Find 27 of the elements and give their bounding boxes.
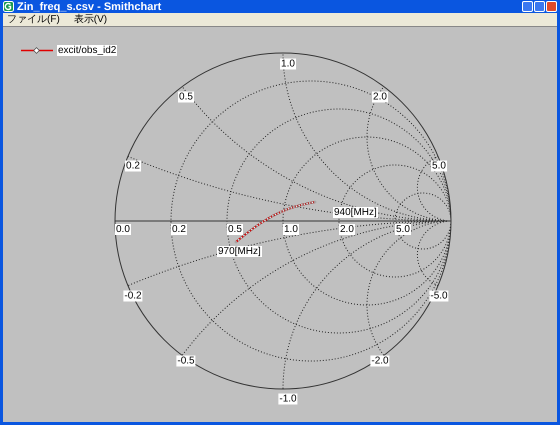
resistance-label: 0.5 [227,224,243,235]
reactance-label: -0.2 [123,290,143,302]
reactance-label: -0.5 [176,356,196,366]
resistance-label: 5.0 [395,224,411,235]
menu-item[interactable]: 表示(V) [74,14,108,26]
resistance-label: 2.0 [339,224,355,235]
minimize-button[interactable] [522,1,533,12]
resistance-label: 0.0 [115,224,131,235]
reactance-label: 0.5 [178,92,194,102]
resistance-label: 1.0 [283,224,299,235]
app-icon [3,1,14,12]
close-button[interactable] [546,1,557,12]
legend-label: excit/obs_id2 [57,45,118,56]
window-title: Zin_freq_s.csv - Smithchart [17,0,162,12]
reactance-label: -5.0 [429,290,449,302]
reactance-label: -1.0 [278,394,298,404]
maximize-button[interactable] [534,1,545,12]
frequency-label: 940[MHz] [333,207,378,218]
frequency-label: 970[MHz] [217,246,262,257]
reactance-label: 2.0 [372,92,388,102]
reactance-label: 5.0 [431,160,447,172]
menu-item[interactable]: ファイル(F) [7,14,60,26]
reactance-label: 1.0 [280,58,296,70]
resistance-label: 0.2 [171,224,187,235]
reactance-label: 0.2 [125,160,141,172]
reactance-label: -2.0 [370,356,390,366]
legend-line-icon [21,47,53,54]
